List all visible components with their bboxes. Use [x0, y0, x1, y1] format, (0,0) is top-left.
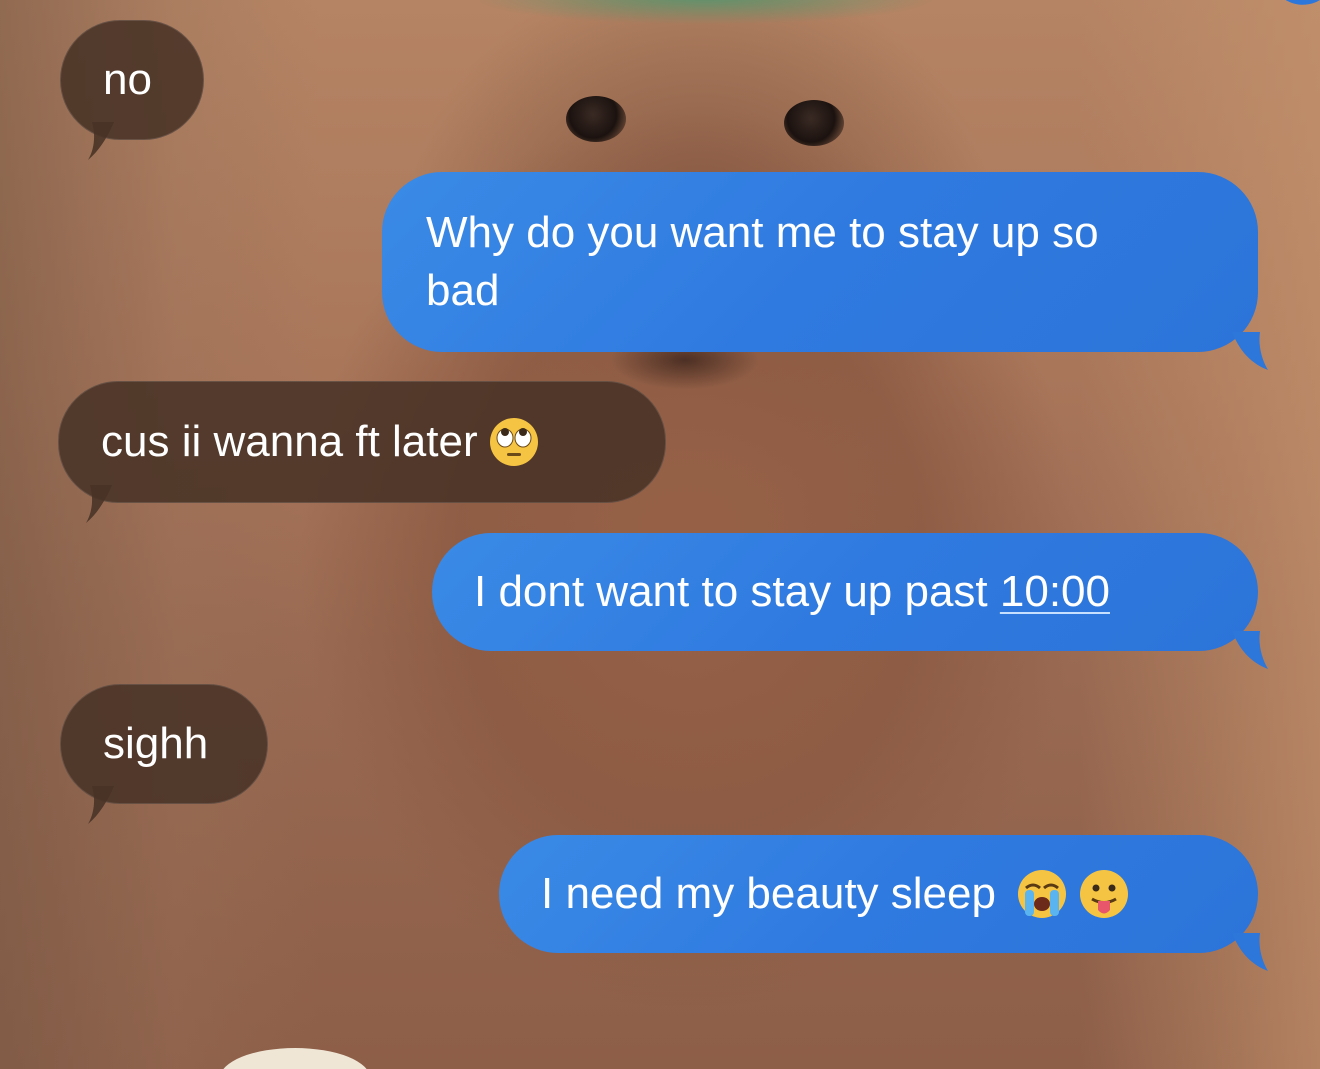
face-with-rolling-eyes-icon — [489, 418, 538, 466]
previous-bubble-tail-icon — [1285, 0, 1320, 5]
bubble-tail-icon — [1232, 933, 1268, 971]
message-text-before-link: I dont want to stay up past — [474, 567, 1000, 616]
bubble-tail-icon — [1232, 332, 1268, 370]
time-link[interactable]: 10:00 — [1000, 567, 1110, 616]
bubble-tail-icon — [88, 122, 114, 160]
loudly-crying-face-icon — [1017, 870, 1066, 918]
face-with-tongue-icon — [1079, 870, 1128, 918]
message-bubble: I need my beauty sleep — [499, 835, 1258, 953]
bubble-tail-icon — [1232, 631, 1268, 669]
outgoing-message[interactable]: I need my beauty sleep — [499, 835, 1268, 971]
outgoing-message[interactable]: I dont want to stay up past 10:00 — [432, 533, 1268, 669]
message-bubble: Why do you want me to stay up so bad — [382, 172, 1258, 352]
message-bubble: no — [60, 20, 204, 140]
message-text: I need my beauty sleep — [541, 869, 996, 918]
message-text-line-2: bad — [426, 266, 500, 315]
message-text: I dont want to stay up past 10:00 — [474, 564, 1110, 620]
incoming-message[interactable]: no — [60, 20, 204, 160]
outgoing-message[interactable]: Why do you want me to stay up so bad — [382, 172, 1268, 370]
message-bubble: I dont want to stay up past 10:00 — [432, 533, 1258, 651]
message-bubble: cus ii wanna ft later — [58, 381, 666, 503]
message-text: cus ii wanna ft later — [101, 417, 478, 466]
message-thread: no Why do you want me to stay up so bad … — [0, 0, 1320, 1069]
message-text: sighh — [103, 719, 209, 768]
bubble-tail-icon — [86, 485, 112, 523]
message-text: Why do you want me to stay up so bad — [426, 204, 1099, 320]
message-text: no — [103, 55, 152, 104]
incoming-message[interactable]: sighh — [60, 684, 268, 824]
incoming-message[interactable]: cus ii wanna ft later — [58, 381, 666, 523]
bubble-tail-icon — [88, 786, 114, 824]
message-text-line-1: Why do you want me to stay up so — [426, 208, 1099, 257]
